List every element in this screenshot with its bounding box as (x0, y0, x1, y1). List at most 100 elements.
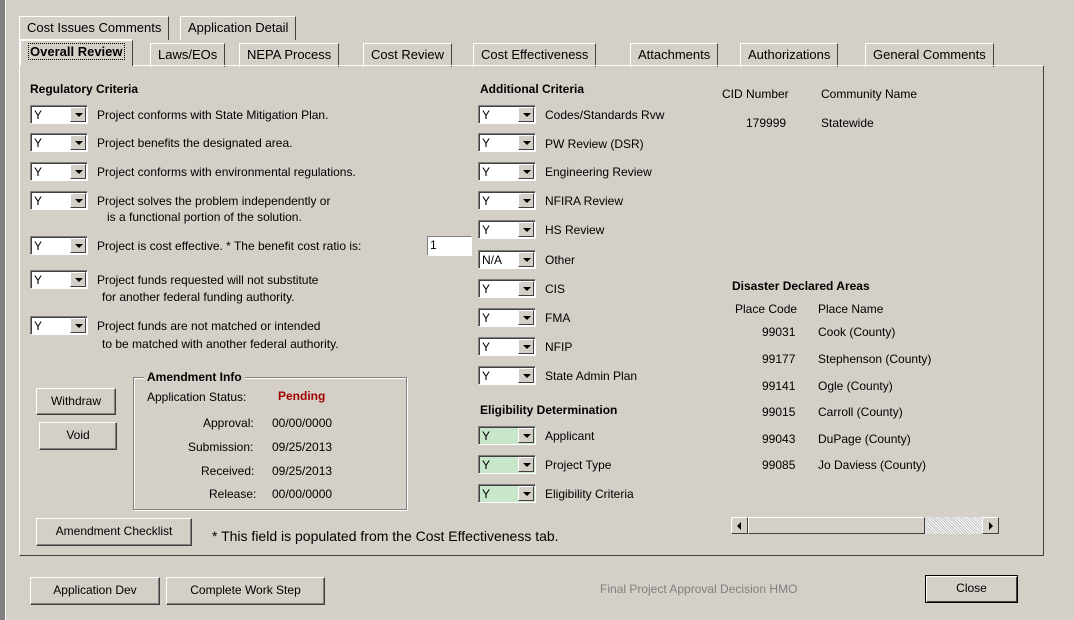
additional-select-8[interactable]: Y (478, 308, 536, 327)
community-name-header: Community Name (821, 87, 918, 101)
chevron-down-icon[interactable] (70, 238, 86, 253)
tab-laws-eos[interactable]: Laws/EOs (150, 43, 226, 67)
additional-select-1[interactable]: Y (478, 105, 536, 124)
chevron-down-icon[interactable] (518, 428, 534, 443)
additional-label-4: NFIRA Review (545, 194, 624, 208)
regulatory-label-7: Project funds are not matched or intende… (97, 319, 321, 333)
application-dev-button[interactable]: Application Dev (30, 577, 160, 605)
regulatory-select-4[interactable]: Y (30, 191, 88, 210)
additional-label-5: HS Review (545, 223, 605, 237)
additional-select-5[interactable]: Y (478, 220, 536, 239)
place-code: 99085 (762, 458, 796, 472)
regulatory-select-7[interactable]: Y (30, 316, 88, 335)
eligibility-select-project-type[interactable]: Y (478, 455, 536, 474)
chevron-down-icon[interactable] (70, 318, 86, 333)
eligibility-label-project-type: Project Type (545, 458, 612, 472)
disaster-areas-scrollbar[interactable] (731, 517, 999, 534)
window-left-border (0, 0, 11, 620)
amendment-checklist-button[interactable]: Amendment Checklist (36, 518, 192, 546)
chevron-down-icon[interactable] (70, 135, 86, 150)
scroll-right-arrow-icon[interactable] (982, 517, 999, 534)
chevron-down-icon[interactable] (518, 107, 534, 122)
chevron-down-icon[interactable] (518, 457, 534, 472)
benefit-cost-ratio-field[interactable]: 1 (427, 236, 472, 256)
tab-general-comments[interactable]: General Comments (865, 43, 994, 67)
additional-label-10: State Admin Plan (545, 369, 638, 383)
tab-cost-effectiveness[interactable]: Cost Effectiveness (473, 43, 597, 67)
regulatory-select-2[interactable]: Y (30, 133, 88, 152)
place-name: DuPage (County) (818, 432, 911, 446)
application-status-value: Pending (278, 389, 326, 403)
additional-label-2: PW Review (DSR) (545, 137, 644, 151)
chevron-down-icon[interactable] (518, 310, 534, 325)
place-name: Cook (County) (818, 325, 896, 339)
regulatory-label-7b: to be matched with another federal autho… (102, 337, 339, 351)
tab-attachments[interactable]: Attachments (630, 43, 719, 67)
additional-select-9[interactable]: Y (478, 337, 536, 356)
additional-label-8: FMA (545, 311, 571, 325)
additional-select-6[interactable]: N/A (478, 250, 536, 269)
chevron-down-icon[interactable] (70, 107, 86, 122)
additional-criteria-header: Additional Criteria (480, 82, 585, 96)
eligibility-select-applicant[interactable]: Y (478, 426, 536, 445)
place-code: 99043 (762, 432, 796, 446)
void-button[interactable]: Void (39, 422, 117, 450)
approval-label: Approval: (203, 416, 254, 430)
tab-authorizations[interactable]: Authorizations (740, 43, 839, 67)
tab-cost-issues-comments[interactable]: Cost Issues Comments (19, 16, 170, 40)
withdraw-button[interactable]: Withdraw (36, 388, 116, 415)
regulatory-select-5[interactable]: Y (30, 236, 88, 255)
additional-select-2[interactable]: Y (478, 133, 536, 152)
place-name: Ogle (County) (818, 379, 893, 393)
chevron-down-icon[interactable] (518, 164, 534, 179)
tab-cost-review[interactable]: Cost Review (363, 43, 452, 67)
community-name-value: Statewide (821, 116, 874, 130)
application-status-label: Application Status: (147, 390, 247, 404)
additional-label-3: Engineering Review (545, 165, 652, 179)
chevron-down-icon[interactable] (518, 368, 534, 383)
regulatory-criteria-header: Regulatory Criteria (30, 82, 139, 96)
submission-label: Submission: (188, 440, 254, 454)
chevron-down-icon[interactable] (518, 339, 534, 354)
place-name: Jo Daviess (County) (818, 458, 927, 472)
received-date: 09/25/2013 (272, 464, 333, 478)
chevron-down-icon[interactable] (518, 281, 534, 296)
regulatory-select-1[interactable]: Y (30, 105, 88, 124)
additional-label-9: NFIP (545, 340, 573, 354)
chevron-down-icon[interactable] (70, 164, 86, 179)
chevron-down-icon[interactable] (518, 252, 534, 267)
eligibility-select-criteria[interactable]: Y (478, 484, 536, 503)
additional-select-4[interactable]: Y (478, 191, 536, 210)
chevron-down-icon[interactable] (70, 272, 86, 287)
additional-label-1: Codes/Standards Rvw (545, 108, 665, 122)
cost-effectiveness-footnote: * This field is populated from the Cost … (212, 528, 559, 544)
close-button[interactable]: Close (925, 575, 1018, 603)
additional-label-7: CIS (545, 282, 566, 296)
chevron-down-icon[interactable] (518, 222, 534, 237)
additional-select-7[interactable]: Y (478, 279, 536, 298)
regulatory-label-3: Project conforms with environmental regu… (97, 165, 356, 179)
scrollbar-track[interactable] (925, 517, 982, 534)
amendment-info-title: Amendment Info (144, 370, 245, 384)
tab-nepa-process[interactable]: NEPA Process (239, 43, 340, 67)
regulatory-label-6: Project funds requested will not substit… (97, 273, 319, 287)
place-code: 99141 (762, 379, 796, 393)
additional-select-3[interactable]: Y (478, 162, 536, 181)
regulatory-label-1: Project conforms with State Mitigation P… (97, 108, 329, 122)
disaster-areas-header: Disaster Declared Areas (732, 279, 870, 293)
regulatory-label-4b: is a functional portion of the solution. (107, 210, 302, 224)
cid-number-header: CID Number (722, 87, 789, 101)
chevron-down-icon[interactable] (518, 135, 534, 150)
tab-overall-review[interactable]: Overall Review (19, 39, 133, 66)
chevron-down-icon[interactable] (518, 486, 534, 501)
additional-select-10[interactable]: Y (478, 366, 536, 385)
regulatory-select-6[interactable]: Y (30, 270, 88, 289)
chevron-down-icon[interactable] (70, 193, 86, 208)
scrollbar-thumb[interactable] (748, 517, 925, 534)
complete-work-step-button[interactable]: Complete Work Step (166, 577, 325, 605)
regulatory-select-3[interactable]: Y (30, 162, 88, 181)
chevron-down-icon[interactable] (518, 193, 534, 208)
scroll-left-arrow-icon[interactable] (731, 517, 748, 534)
release-label: Release: (209, 487, 257, 501)
tab-application-detail[interactable]: Application Detail (180, 16, 297, 40)
